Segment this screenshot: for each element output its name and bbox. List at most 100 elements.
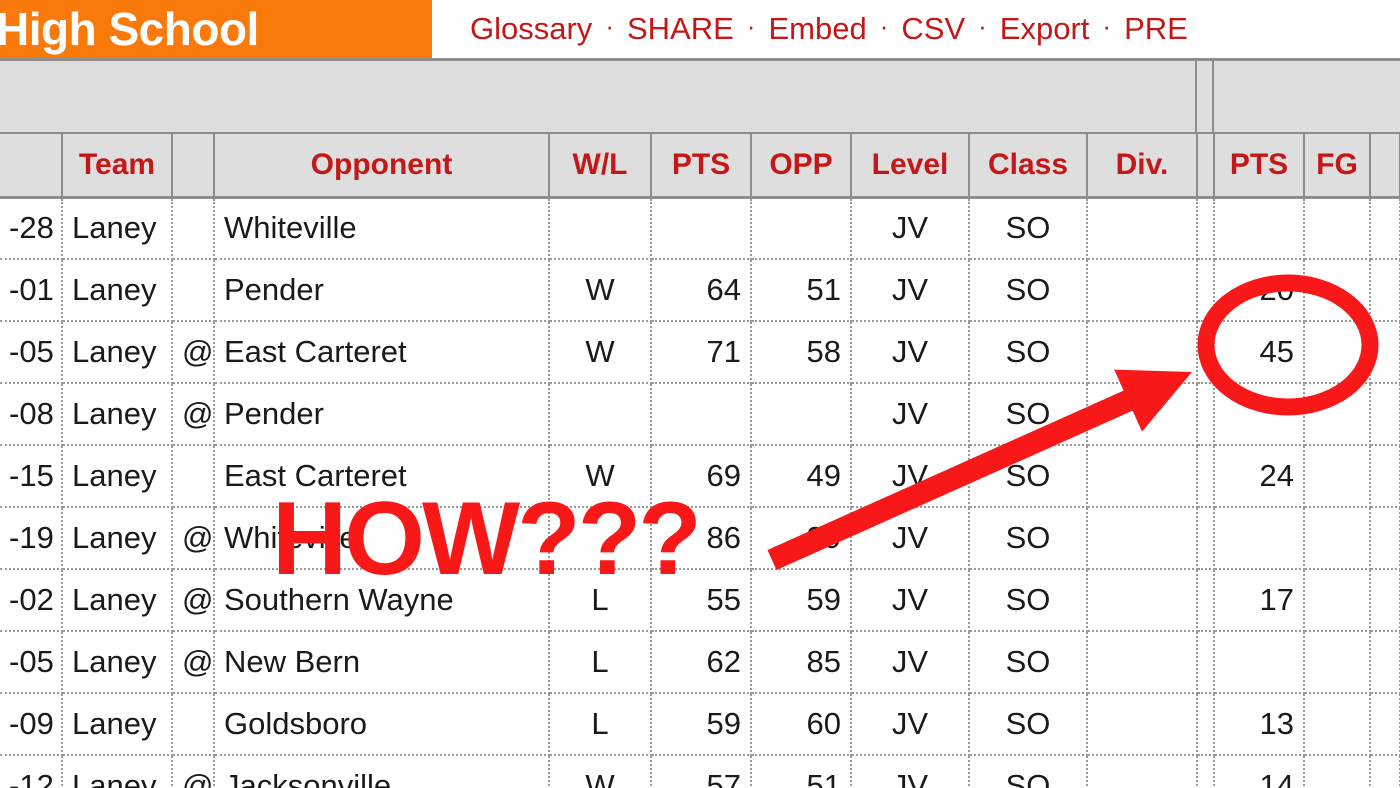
cell-opponent-points: 51 [751,259,852,322]
cell-date: -05 [0,631,63,694]
cell-opponent: Whiteville [214,507,550,570]
cell-date: -09 [0,693,63,756]
cell-win-loss: L [549,631,652,694]
col-header-opponent[interactable]: Opponent [214,134,550,199]
cell-level: JV [851,197,970,260]
col-header-next[interactable] [1370,134,1400,199]
table-row[interactable]: -19 Laney @ Whiteville 86 99 JV SO [0,507,1400,570]
col-header-level[interactable]: Level [851,134,970,199]
cell-team: Laney [62,259,173,322]
col-header-pts[interactable]: PTS [651,134,752,199]
cell-win-loss: W [549,755,652,788]
cell-opponent-points: 49 [751,445,852,508]
nav-link-pre[interactable]: PRE [1124,11,1188,47]
cell-at-marker [172,259,215,322]
table-row[interactable]: -09 Laney Goldsboro L 59 60 JV SO 13 [0,693,1400,756]
cell-overflow [1370,383,1400,446]
cell-class: SO [969,197,1088,260]
nav-separator: · [605,10,614,41]
table-row[interactable]: -01 Laney Pender W 64 51 JV SO 20 [0,259,1400,322]
cell-overflow [1370,197,1400,260]
cell-division [1087,693,1198,756]
nav-separator: · [978,10,987,41]
cell-date: -19 [0,507,63,570]
cell-overflow [1370,321,1400,384]
cell-overflow [1370,569,1400,632]
cell-opponent-points: 85 [751,631,852,694]
col-header-opp[interactable]: OPP [751,134,852,199]
cell-at-marker [172,197,215,260]
cell-win-loss: L [549,569,652,632]
cell-team: Laney [62,445,173,508]
cell-points [651,383,752,446]
col-header-team[interactable]: Team [62,134,173,199]
table-row[interactable]: -08 Laney @ Pender JV SO [0,383,1400,446]
nav-link-glossary[interactable]: Glossary [470,11,592,47]
col-header-class[interactable]: Class [969,134,1088,199]
cell-player-points: 24 [1214,445,1305,508]
cell-field-goals [1304,631,1371,694]
cell-at-marker [172,693,215,756]
col-header-pts2[interactable]: PTS [1214,134,1305,199]
cell-overflow [1370,631,1400,694]
nav-link-embed[interactable]: Embed [768,11,866,47]
table-row[interactable]: -12 Laney @ Jacksonville W 57 51 JV SO 14 [0,755,1400,788]
col-header-date[interactable] [0,134,63,199]
cell-field-goals [1304,693,1371,756]
cell-win-loss [549,383,652,446]
table-row[interactable]: -28 Laney Whiteville JV SO [0,197,1400,260]
cell-class: SO [969,507,1088,570]
cell-gap [1197,197,1215,260]
cell-field-goals [1304,755,1371,788]
cell-level: JV [851,693,970,756]
cell-division [1087,445,1198,508]
cell-date: -28 [0,197,63,260]
table-top-spacer-band [0,58,1400,134]
cell-opponent: East Carteret [214,445,550,508]
nav-separator: · [746,10,756,41]
cell-player-points: 17 [1214,569,1305,632]
cell-points: 71 [651,321,752,384]
col-header-fg[interactable]: FG [1304,134,1371,199]
spacer-cell-right [1214,61,1400,132]
cell-at-marker [172,445,215,508]
cell-points: 59 [651,693,752,756]
stats-table-container[interactable]: Team Opponent W/L PTS OPP Level Class Di… [0,134,1400,788]
cell-class: SO [969,259,1088,322]
col-header-wl[interactable]: W/L [549,134,652,199]
table-row[interactable]: -15 Laney East Carteret W 69 49 JV SO 24 [0,445,1400,508]
table-row[interactable]: -02 Laney @ Southern Wayne L 55 59 JV SO 17 [0,569,1400,632]
col-header-at[interactable] [172,134,215,199]
cell-level: JV [851,631,970,694]
cell-at-marker: @ [172,383,215,446]
nav-link-export[interactable]: Export [1000,11,1090,47]
cell-class: SO [969,383,1088,446]
cell-opponent: New Bern [214,631,550,694]
cell-opponent: Pender [214,383,550,446]
cell-field-goals [1304,569,1371,632]
cell-division [1087,321,1198,384]
cell-overflow [1370,259,1400,322]
col-header-div[interactable]: Div. [1087,134,1198,199]
cell-points: 69 [651,445,752,508]
table-row[interactable]: -05 Laney @ East Carteret W 71 58 JV SO 45 [0,321,1400,384]
brand-logo-block: High School [0,0,432,58]
nav-separator: · [879,10,889,41]
cell-gap [1197,631,1215,694]
cell-win-loss: W [549,259,652,322]
brand-title: High School [0,3,259,55]
cell-division [1087,631,1198,694]
cell-class: SO [969,693,1088,756]
cell-level: JV [851,259,970,322]
nav-link-csv[interactable]: CSV [901,11,965,47]
table-row[interactable]: -05 Laney @ New Bern L 62 85 JV SO [0,631,1400,694]
cell-points: 57 [651,755,752,788]
cell-team: Laney [62,755,173,788]
nav-link-share[interactable]: SHARE [627,11,734,47]
cell-at-marker: @ [172,569,215,632]
cell-team: Laney [62,569,173,632]
cell-points: 64 [651,259,752,322]
cell-points: 55 [651,569,752,632]
cell-overflow [1370,755,1400,788]
cell-opponent: Whiteville [214,197,550,260]
